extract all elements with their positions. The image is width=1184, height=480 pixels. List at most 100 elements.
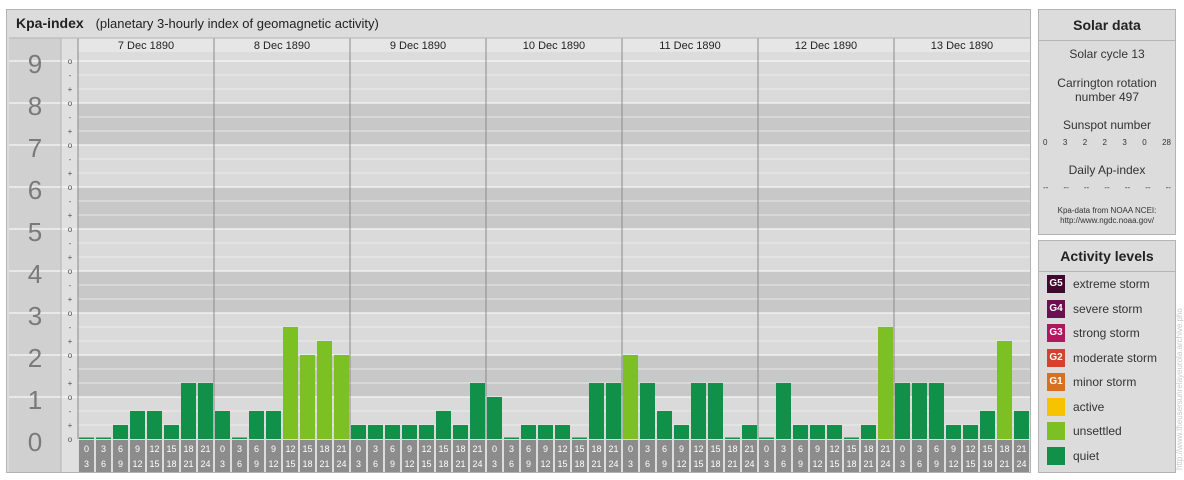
interval-end-label: 12 bbox=[268, 459, 278, 469]
ap-value: -- bbox=[1165, 183, 1171, 192]
legend-label: unsettled bbox=[1073, 424, 1122, 438]
solar-data-panel: Solar data Solar cycle 13 Carrington rot… bbox=[1038, 9, 1176, 235]
interval-end-label: 21 bbox=[455, 459, 465, 469]
legend-item: quiet bbox=[1047, 446, 1099, 465]
y-tick-label: 6 bbox=[28, 175, 42, 205]
legend-item: G3 strong storm bbox=[1047, 324, 1140, 342]
carrington-rotation: Carrington rotation number 497 bbox=[1057, 76, 1157, 104]
interval-start-label: 12 bbox=[149, 444, 159, 454]
y-tick-label: 2 bbox=[28, 343, 42, 373]
sunspot-label: Sunspot number bbox=[1062, 118, 1152, 132]
kp-bar bbox=[113, 425, 128, 439]
interval-start-label: 0 bbox=[628, 444, 633, 454]
date-label: 13 Dec 1890 bbox=[931, 40, 993, 52]
level-band bbox=[78, 145, 1030, 187]
interval-start-label: 12 bbox=[285, 444, 295, 454]
legend-label: extreme storm bbox=[1073, 277, 1150, 291]
kp-bar bbox=[470, 383, 485, 439]
interval-end-label: 9 bbox=[662, 459, 667, 469]
activity-levels-title: Activity levels bbox=[1039, 241, 1175, 272]
kp-bar bbox=[844, 437, 859, 439]
legend-swatch: G5 bbox=[1047, 275, 1065, 293]
minor-tick-label: o bbox=[68, 141, 73, 150]
interval-start-label: 21 bbox=[880, 444, 890, 454]
sunspot-value: 3 bbox=[1122, 138, 1127, 147]
legend-swatch bbox=[1047, 422, 1065, 440]
interval-end-label: 21 bbox=[999, 459, 1009, 469]
kp-bar bbox=[300, 355, 315, 439]
y-tick-label: 9 bbox=[28, 49, 42, 79]
interval-start-label: 9 bbox=[407, 444, 412, 454]
y-tick-label: 5 bbox=[28, 217, 42, 247]
interval-start-label: 3 bbox=[373, 444, 378, 454]
interval-end-label: 24 bbox=[472, 459, 482, 469]
interval-end-label: 6 bbox=[917, 459, 922, 469]
interval-start-label: 12 bbox=[693, 444, 703, 454]
kp-bar bbox=[164, 425, 179, 439]
kp-bar bbox=[725, 437, 740, 439]
ap-index-label: Daily Ap-index bbox=[1068, 163, 1146, 177]
ap-value: -- bbox=[1145, 183, 1151, 192]
interval-start-label: 3 bbox=[645, 444, 650, 454]
kp-bar bbox=[266, 410, 281, 439]
kp-bar bbox=[130, 410, 145, 439]
kp-bar bbox=[351, 425, 366, 439]
interval-end-label: 3 bbox=[628, 459, 633, 469]
source-url: http://www.ngdc.noaa.gov/ bbox=[1060, 216, 1154, 225]
ap-value: -- bbox=[1124, 183, 1131, 192]
minor-tick-label: - bbox=[69, 71, 72, 80]
ap-value: -- bbox=[1083, 183, 1090, 192]
kp-bar bbox=[708, 383, 723, 439]
interval-start-label: 3 bbox=[509, 444, 514, 454]
minor-tick-label: o bbox=[68, 57, 73, 66]
kp-bar bbox=[827, 425, 842, 439]
interval-start-label: 3 bbox=[101, 444, 106, 454]
interval-start-label: 21 bbox=[200, 444, 210, 454]
minor-tick-label: o bbox=[68, 183, 73, 192]
ap-value: -- bbox=[1043, 183, 1049, 192]
legend-swatch: G3 bbox=[1047, 324, 1065, 342]
interval-end-label: 9 bbox=[526, 459, 531, 469]
kp-bar bbox=[810, 425, 825, 439]
interval-start-label: 18 bbox=[999, 444, 1009, 454]
y-tick-label: 0 bbox=[28, 427, 42, 457]
minor-tick-label: + bbox=[68, 379, 73, 388]
kp-bar bbox=[504, 437, 519, 439]
kp-bar bbox=[521, 425, 536, 439]
interval-start-label: 12 bbox=[557, 444, 567, 454]
kp-bar bbox=[946, 425, 961, 439]
y-tick-label: 4 bbox=[28, 259, 42, 289]
interval-start-label: 0 bbox=[356, 444, 361, 454]
interval-start-label: 15 bbox=[982, 444, 992, 454]
kp-bar bbox=[96, 437, 111, 439]
interval-start-label: 15 bbox=[574, 444, 584, 454]
legend-swatch bbox=[1047, 397, 1065, 416]
interval-end-label: 15 bbox=[421, 459, 431, 469]
interval-start-label: 21 bbox=[472, 444, 482, 454]
interval-end-label: 18 bbox=[302, 459, 312, 469]
legend-swatch: G4 bbox=[1047, 299, 1065, 318]
minor-tick-label: - bbox=[69, 323, 72, 332]
kp-bar bbox=[878, 326, 893, 439]
interval-start-label: 15 bbox=[846, 444, 856, 454]
interval-end-label: 9 bbox=[254, 459, 259, 469]
interval-start-label: 18 bbox=[727, 444, 737, 454]
kp-bar bbox=[232, 437, 247, 439]
legend-item: G4 severe storm bbox=[1047, 299, 1143, 318]
interval-end-label: 6 bbox=[373, 459, 378, 469]
interval-end-label: 3 bbox=[220, 459, 225, 469]
solar-data-title: Solar data bbox=[1039, 10, 1175, 41]
sunspot-value: 3 bbox=[1062, 138, 1068, 147]
source-note: Kpa-data from NOAA NCEI: bbox=[1057, 206, 1157, 215]
interval-end-label: 21 bbox=[727, 459, 737, 469]
legend-label: severe storm bbox=[1073, 301, 1143, 316]
interval-start-label: 6 bbox=[390, 444, 395, 454]
interval-start-label: 9 bbox=[815, 444, 820, 454]
interval-end-label: 9 bbox=[390, 459, 395, 469]
date-label: 11 Dec 1890 bbox=[659, 40, 721, 52]
interval-start-label: 12 bbox=[421, 444, 431, 454]
interval-end-label: 12 bbox=[132, 459, 142, 469]
legend-swatch: G2 bbox=[1047, 348, 1065, 367]
interval-end-label: 12 bbox=[948, 459, 958, 469]
kp-bar bbox=[572, 437, 587, 439]
